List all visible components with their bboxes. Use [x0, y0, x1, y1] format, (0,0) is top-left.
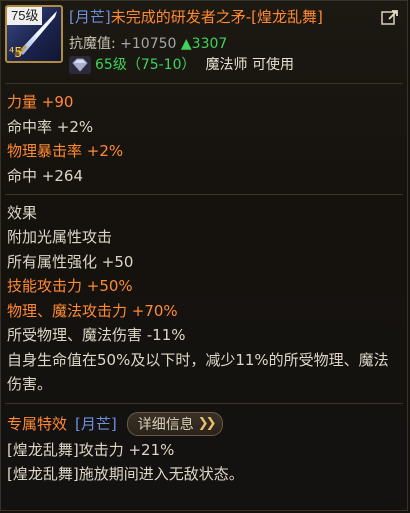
- stat-row: 命中率 +2%: [7, 115, 401, 140]
- stat-label: 命中: [7, 166, 38, 185]
- stat-value: +264: [37, 166, 83, 185]
- upgrade-star-icon: ⁴5: [9, 46, 23, 61]
- resist-label: 抗魔值:: [69, 36, 121, 52]
- resist-increase: ▲3307: [180, 36, 228, 52]
- effect-line: 自身生命值在50%及以下时，减少11%的所受物理、魔法伤害。: [7, 350, 389, 394]
- item-title: [月芒]未完成的研发者之矛-[煌龙乱舞]: [69, 7, 323, 27]
- exclusive-section: 专属特效 [月芒] 详细信息 ❯❯ [煌龙乱舞]攻击力 +21% [煌龙乱舞]施…: [1, 404, 407, 493]
- item-tooltip: 75级 ⁴5 [月芒]未完成的研发者之矛-[煌龙乱舞] 抗魔值: +10750 …: [0, 0, 408, 511]
- stat-row: 力量 +90: [7, 90, 401, 115]
- effect-line: 所受物理、魔法伤害 -11%: [7, 326, 186, 344]
- item-level-tag: 75级: [7, 7, 43, 25]
- effects-section: 效果 附加光属性攻击 所有属性强化 +50 技能攻击力 +50% 物理、魔法攻击…: [1, 195, 407, 403]
- stat-label: 物理暴击率: [7, 142, 83, 160]
- exclusive-header: 专属特效 [月芒] 详细信息 ❯❯: [7, 410, 401, 438]
- stat-value: +2%: [82, 142, 124, 160]
- level-requirement: 65级（75-10）: [95, 57, 196, 73]
- effect-line: 物理、魔法攻击力 +70%: [7, 301, 178, 320]
- exclusive-set-tag: [月芒]: [75, 415, 117, 433]
- exclusive-label: 专属特效: [7, 415, 68, 433]
- exclusive-line: [煌龙乱舞]施放期间进入无敌状态。: [7, 465, 244, 483]
- gem-icon: [69, 56, 91, 74]
- effects-heading: 效果: [7, 204, 38, 222]
- share-icon[interactable]: [381, 9, 399, 27]
- stats-section: 力量 +90 命中率 +2% 物理暴击率 +2% 命中 +264: [1, 84, 407, 194]
- tooltip-header: 75级 ⁴5 [月芒]未完成的研发者之矛-[煌龙乱舞] 抗魔值: +10750 …: [1, 1, 407, 83]
- resist-base: +10750: [120, 36, 177, 52]
- item-name: 未完成的研发者之矛-[煌龙乱舞]: [110, 8, 323, 26]
- stat-row: 物理暴击率 +2%: [7, 139, 401, 164]
- effect-line: 附加光属性攻击: [7, 228, 113, 246]
- stat-value: +2%: [52, 117, 94, 136]
- detail-info-label: 详细信息: [137, 416, 194, 433]
- spear-icon[interactable]: 75级 ⁴5: [5, 5, 63, 63]
- stat-label: 力量: [7, 93, 38, 111]
- resist-value: 抗魔值: +10750 ▲3307: [69, 34, 227, 54]
- detail-info-button[interactable]: 详细信息 ❯❯: [126, 411, 223, 436]
- stat-value: +90: [37, 93, 74, 111]
- effect-line: 所有属性强化 +50: [7, 252, 134, 271]
- effect-line: 技能攻击力 +50%: [7, 277, 133, 295]
- exclusive-line: [煌龙乱舞]攻击力 +21%: [7, 440, 175, 459]
- set-tag: [月芒]: [69, 8, 111, 26]
- stat-label: 命中率: [7, 117, 53, 136]
- class-requirement: 魔法师 可使用: [205, 57, 294, 73]
- double-chevron-right-icon: ❯❯: [197, 416, 217, 431]
- stat-row: 命中 +264: [7, 164, 401, 189]
- requirement-line: 65级（75-10） 魔法师 可使用: [69, 55, 294, 75]
